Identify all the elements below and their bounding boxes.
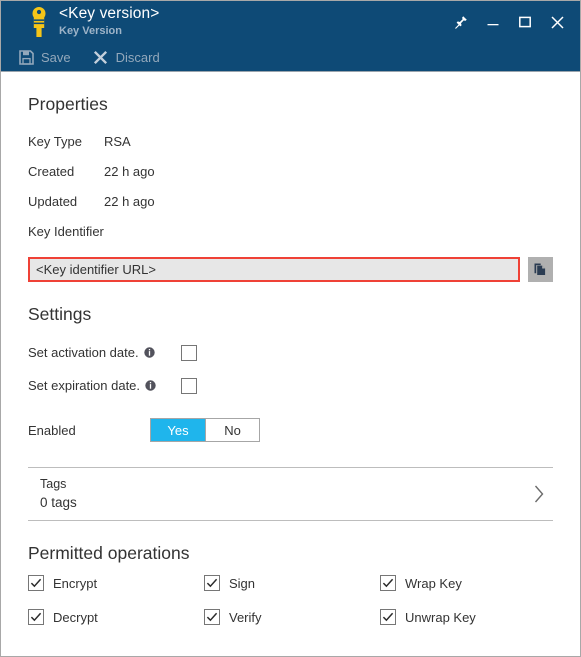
wrap-key-checkbox[interactable]: [380, 575, 396, 591]
check-icon: [206, 578, 218, 588]
close-icon: [550, 15, 564, 29]
maximize-icon: [519, 16, 531, 28]
unwrap-key-checkbox[interactable]: [380, 609, 396, 625]
check-icon: [382, 578, 394, 588]
expiration-date-checkbox-col: [150, 377, 272, 394]
set-expiration-date-checkbox[interactable]: [181, 377, 197, 394]
pin-button[interactable]: [445, 6, 477, 38]
verify-checkbox[interactable]: [204, 609, 220, 625]
operation-label: Verify: [229, 609, 262, 625]
setting-row-activation-date: Set activation date.: [28, 336, 553, 369]
operation-label: Sign: [229, 575, 256, 591]
encrypt-checkbox[interactable]: [28, 575, 44, 591]
permitted-operations-heading: Permitted operations: [28, 543, 190, 563]
minimize-icon: [487, 24, 499, 26]
save-label: Save: [41, 49, 71, 65]
save-floppy-icon: [18, 49, 34, 65]
tags-row[interactable]: Tags 0 tags: [28, 468, 553, 520]
discard-button[interactable]: Discard: [93, 43, 160, 72]
activation-date-checkbox-col: [150, 344, 272, 361]
check-icon: [30, 612, 42, 622]
operation-label: Unwrap Key: [405, 609, 476, 625]
tags-count: 0 tags: [40, 495, 77, 511]
check-icon: [30, 578, 42, 588]
setting-row-enabled: Enabled Yes No: [28, 410, 553, 450]
window-title: <Key version>: [59, 5, 160, 22]
property-label: Updated: [28, 193, 78, 209]
tags-block: Tags 0 tags: [28, 467, 553, 521]
property-row-key-type: Key Type RSA: [28, 126, 553, 156]
copy-key-identifier-button[interactable]: [528, 257, 553, 282]
tags-title: Tags: [40, 477, 67, 492]
property-value: 22 h ago: [104, 193, 155, 209]
window-subtitle: Key Version: [59, 24, 122, 37]
expiration-date-label: Set expiration date.: [28, 378, 141, 393]
operation-checkbox-verify[interactable]: Verify: [204, 609, 380, 625]
property-value: RSA: [104, 133, 131, 149]
operation-checkbox-wrap-key[interactable]: Wrap Key: [380, 575, 553, 591]
check-icon: [206, 612, 218, 622]
close-button[interactable]: [541, 6, 573, 38]
key-identifier-group: <Key identifier URL>: [28, 257, 553, 282]
enabled-toggle-no[interactable]: No: [205, 419, 259, 441]
copy-icon: [534, 263, 546, 275]
set-activation-date-checkbox[interactable]: [181, 344, 197, 361]
setting-row-expiration-date: Set expiration date.: [28, 369, 553, 402]
expiration-date-label-group: Set expiration date.: [28, 378, 156, 393]
properties-heading: Properties: [28, 94, 108, 114]
property-label: Key Type: [28, 133, 82, 149]
operation-checkbox-unwrap-key[interactable]: Unwrap Key: [380, 609, 553, 625]
operation-checkbox-decrypt[interactable]: Decrypt: [28, 609, 204, 625]
operation-checkbox-encrypt[interactable]: Encrypt: [28, 575, 204, 591]
command-bar: Save Discard: [1, 43, 580, 72]
property-label: Key Identifier: [28, 223, 104, 239]
operation-label: Encrypt: [53, 575, 98, 591]
decrypt-checkbox[interactable]: [28, 609, 44, 625]
property-row-updated: Updated 22 h ago: [28, 186, 553, 216]
key-version-window: <Key version> Key Version Save Discard P…: [0, 0, 581, 657]
property-row-key-identifier: Key Identifier: [28, 216, 553, 246]
operation-label: Wrap Key: [405, 575, 462, 591]
key-identifier-input[interactable]: <Key identifier URL>: [28, 257, 520, 282]
window-content: Properties Key Type RSA Created 22 h ago…: [1, 94, 580, 625]
operation-checkbox-sign[interactable]: Sign: [204, 575, 380, 591]
settings-heading: Settings: [28, 304, 92, 324]
activation-date-label: Set activation date.: [28, 345, 139, 360]
window-controls: [445, 1, 580, 43]
pin-icon: [455, 16, 467, 29]
permitted-operations-grid: Encrypt Sign Wrap Key Decrypt Verify Unw…: [28, 575, 553, 625]
property-row-created: Created 22 h ago: [28, 156, 553, 186]
chevron-right-icon: [533, 484, 545, 504]
discard-label: Discard: [115, 49, 160, 65]
save-button[interactable]: Save: [18, 43, 71, 72]
sign-checkbox[interactable]: [204, 575, 220, 591]
tags-text-group: Tags 0 tags: [40, 475, 77, 513]
maximize-button[interactable]: [509, 6, 541, 38]
property-label: Created: [28, 163, 75, 179]
key-icon: [32, 7, 46, 37]
enabled-label: Enabled: [28, 422, 76, 438]
discard-x-icon: [93, 49, 109, 65]
activation-date-label-group: Set activation date.: [28, 345, 155, 360]
minimize-button[interactable]: [477, 6, 509, 38]
window-titlebar: <Key version> Key Version: [1, 1, 580, 43]
enabled-toggle-yes[interactable]: Yes: [151, 419, 205, 441]
enabled-toggle: Yes No: [150, 418, 260, 442]
check-icon: [382, 612, 394, 622]
property-value: 22 h ago: [104, 163, 155, 179]
operation-label: Decrypt: [53, 609, 98, 625]
titlebar-text-group: <Key version> Key Version: [59, 1, 159, 37]
